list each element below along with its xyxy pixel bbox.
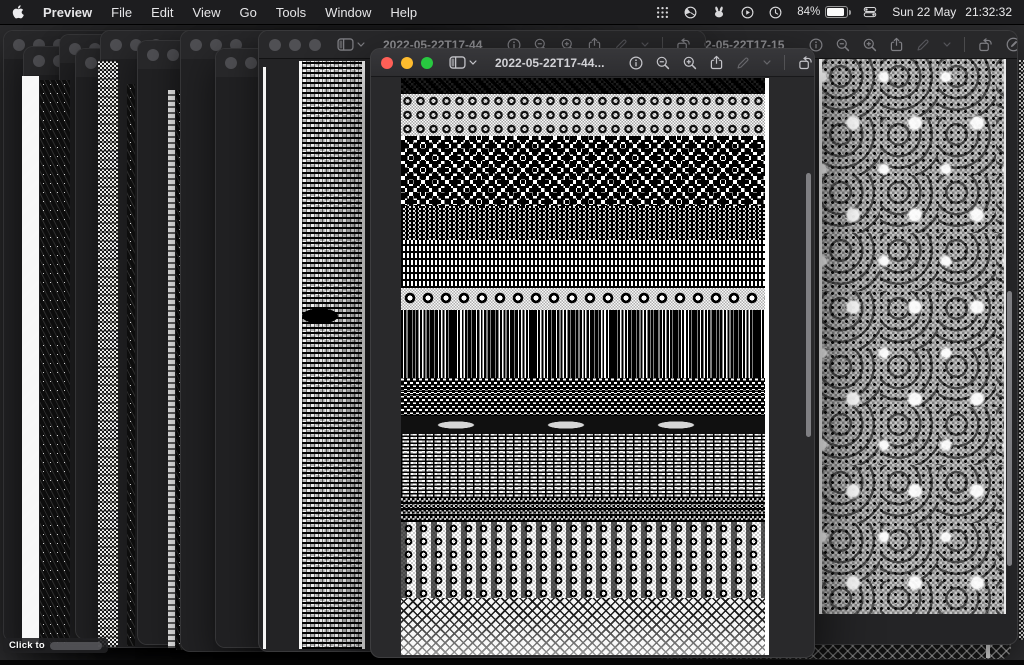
- markup-pencil-icon[interactable]: [736, 56, 750, 70]
- menu-window[interactable]: Window: [325, 0, 371, 25]
- menu-edit[interactable]: Edit: [151, 0, 173, 25]
- pattern-band: [401, 598, 765, 655]
- close-button[interactable]: [190, 39, 202, 51]
- window-content-sliver: [168, 90, 175, 648]
- markup-pencil-icon[interactable]: [916, 38, 930, 52]
- window-content-sliver: [1019, 60, 1024, 640]
- desktop: 2022-05-22T17-15: [0, 0, 1024, 665]
- pattern-band: [401, 378, 765, 416]
- apple-menu[interactable]: [12, 5, 24, 19]
- menu-time: 21:32:32: [965, 5, 1012, 19]
- window-title: 2022-05-22T17-44...: [495, 56, 604, 70]
- vertical-scrollbar[interactable]: [806, 173, 811, 437]
- menu-clock[interactable]: Sun 22 May 21:32:32: [892, 5, 1012, 19]
- document-image: [819, 59, 1006, 614]
- sidebar-button[interactable]: [446, 56, 480, 69]
- battery-fill: [827, 8, 844, 16]
- toolbar-divider: [784, 55, 785, 70]
- tooltip: Click to: [3, 638, 108, 653]
- pattern-band: [401, 498, 765, 522]
- vertical-scrollbar[interactable]: [1007, 291, 1012, 566]
- menu-view[interactable]: View: [193, 0, 221, 25]
- play-circle-icon[interactable]: [741, 6, 754, 19]
- apps-grid-icon[interactable]: [656, 6, 669, 19]
- window-content-sliver: [22, 76, 39, 644]
- window-front[interactable]: 2022-05-22T17-44...: [370, 48, 815, 658]
- menu-help[interactable]: Help: [390, 0, 417, 25]
- pattern-band: [401, 78, 765, 94]
- chevron-down-icon: [469, 60, 477, 65]
- close-button[interactable]: [147, 49, 159, 61]
- menu-date: Sun 22 May: [892, 5, 956, 19]
- battery-icon: [825, 6, 848, 18]
- document-image: [299, 61, 365, 649]
- pattern-band: [401, 136, 765, 206]
- sidebar-button[interactable]: [334, 38, 368, 51]
- zoom-in-icon[interactable]: [863, 38, 877, 52]
- battery-percent: 84%: [797, 6, 820, 18]
- control-center-icon[interactable]: [863, 6, 877, 18]
- annotate-icon[interactable]: [1006, 37, 1018, 52]
- close-button[interactable]: [225, 57, 237, 69]
- close-button[interactable]: [269, 39, 281, 51]
- window-content-sliver: [98, 61, 118, 647]
- chevron-down-icon[interactable]: [641, 42, 649, 47]
- sidebar-icon: [449, 56, 466, 69]
- minimize-button[interactable]: [245, 57, 257, 69]
- info-icon[interactable]: [629, 56, 643, 70]
- window-titlebar[interactable]: 2022-05-22T17-44...: [371, 49, 814, 77]
- rotate-left-icon[interactable]: [798, 56, 813, 70]
- page-edge: [263, 67, 266, 649]
- minimize-button[interactable]: [401, 57, 413, 69]
- close-button[interactable]: [13, 39, 25, 51]
- zoom-in-icon[interactable]: [683, 56, 697, 70]
- pattern-band: [401, 94, 765, 136]
- zoom-out-icon[interactable]: [656, 56, 670, 70]
- chevron-down-icon: [357, 42, 365, 47]
- zoom-out-icon[interactable]: [836, 38, 850, 52]
- info-icon[interactable]: [809, 38, 823, 52]
- zoom-button[interactable]: [421, 57, 433, 69]
- toolbar-divider: [964, 37, 965, 52]
- pattern-band: [401, 522, 765, 598]
- pattern-band: [401, 206, 765, 240]
- tooltip-blob: [50, 642, 102, 650]
- time-machine-icon[interactable]: [769, 6, 782, 19]
- menu-go[interactable]: Go: [239, 0, 256, 25]
- close-button[interactable]: [85, 57, 97, 69]
- minimize-button[interactable]: [289, 39, 301, 51]
- window-content-sliver: [40, 80, 70, 646]
- zoom-button[interactable]: [309, 39, 321, 51]
- battery-status[interactable]: 84%: [797, 6, 848, 18]
- rabbit-icon[interactable]: [712, 6, 726, 18]
- share-icon[interactable]: [890, 37, 903, 52]
- pattern-band: [401, 310, 765, 378]
- menu-app-name[interactable]: Preview: [43, 0, 92, 25]
- screen-bottom-edge: [0, 660, 1024, 665]
- share-icon[interactable]: [710, 55, 723, 70]
- menu-tools[interactable]: Tools: [276, 0, 306, 25]
- menu-bar: Preview File Edit View Go Tools Window H…: [0, 0, 1024, 25]
- rotate-left-icon[interactable]: [978, 38, 993, 52]
- sidebar-icon: [337, 38, 354, 51]
- minimize-button[interactable]: [167, 49, 179, 61]
- apple-icon: [12, 5, 24, 19]
- chevron-down-icon[interactable]: [763, 60, 771, 65]
- pattern-band: [401, 240, 765, 288]
- chevron-down-icon[interactable]: [943, 42, 951, 47]
- tooltip-text: Click to: [9, 640, 45, 651]
- close-button[interactable]: [110, 39, 122, 51]
- pattern-band: [401, 434, 765, 498]
- window-content-sliver: [127, 84, 135, 646]
- stats-icon[interactable]: [684, 6, 697, 19]
- document-image: [401, 78, 769, 655]
- close-button[interactable]: [33, 55, 45, 67]
- pattern-highlights: [822, 59, 1004, 614]
- close-button[interactable]: [381, 57, 393, 69]
- pattern-band: [401, 416, 765, 434]
- pattern-band: [401, 288, 765, 310]
- menu-file[interactable]: File: [111, 0, 132, 25]
